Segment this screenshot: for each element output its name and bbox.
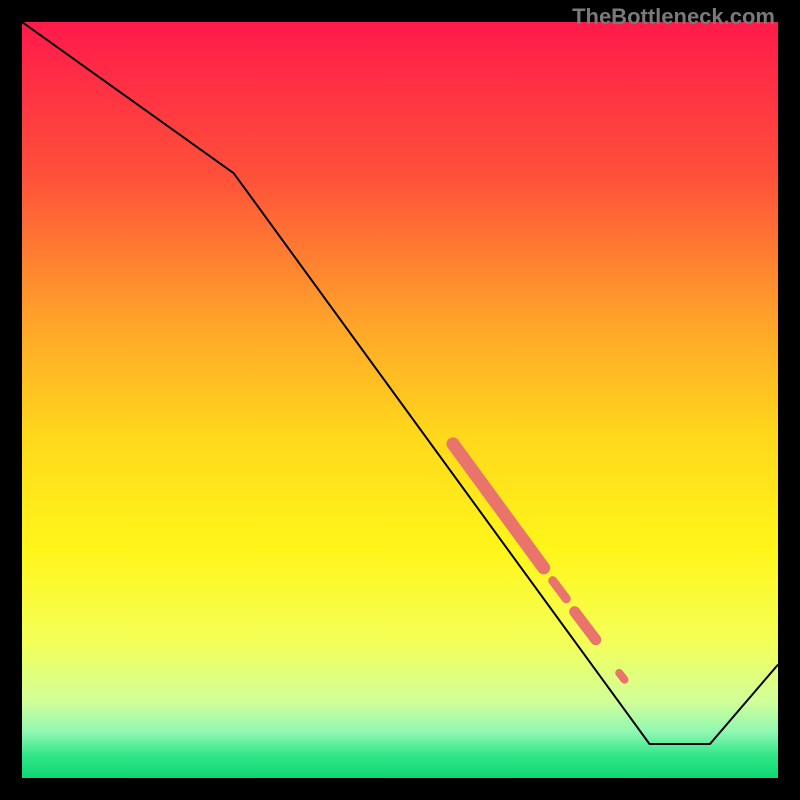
bottleneck-curve — [22, 22, 778, 744]
chart-container: TheBottleneck.com — [0, 0, 800, 800]
plot-area — [22, 22, 778, 778]
highlight-points — [453, 444, 625, 680]
chart-overlay — [22, 22, 778, 778]
watermark-text: TheBottleneck.com — [572, 4, 775, 30]
